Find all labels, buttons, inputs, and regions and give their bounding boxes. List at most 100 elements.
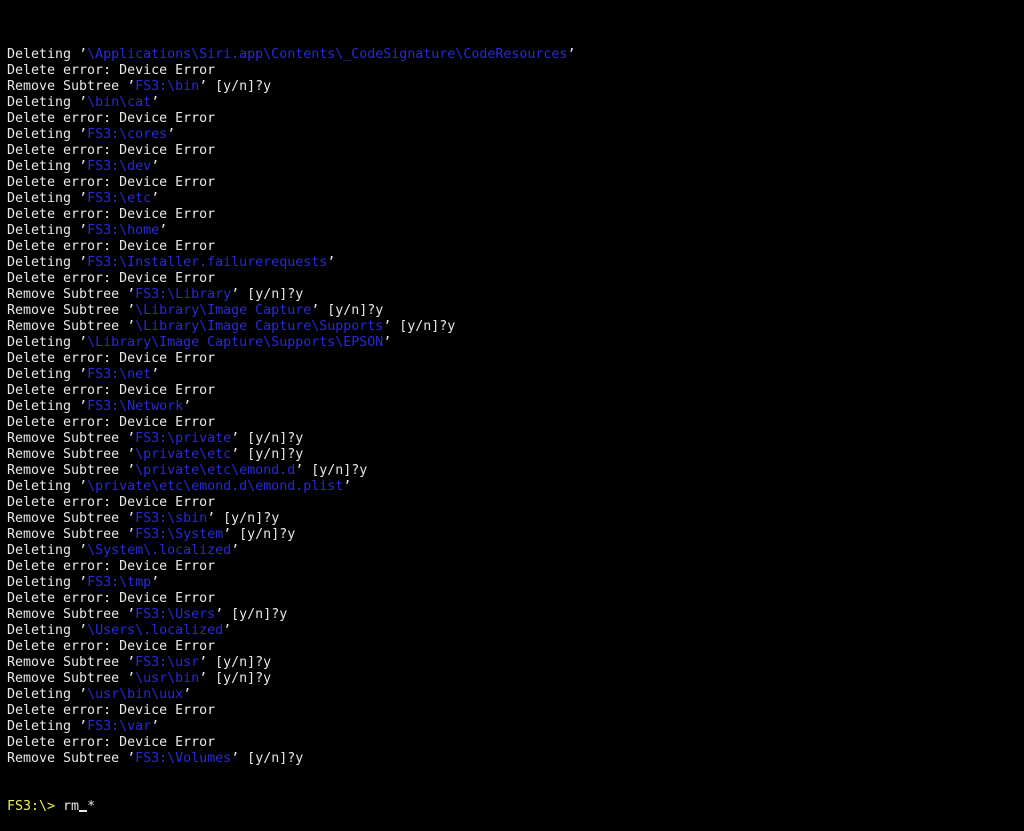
line-message: Deleting ’ xyxy=(7,159,88,174)
terminal-line: Delete error: Device Error xyxy=(7,735,1024,751)
text-cursor xyxy=(79,810,88,812)
line-path: FS3:\net xyxy=(87,367,152,382)
line-suffix: ’ xyxy=(159,223,168,238)
line-message: Remove Subtree ’ xyxy=(7,319,136,334)
line-suffix: ’ xyxy=(343,479,352,494)
line-suffix: ’ [y/n]?y xyxy=(199,79,272,94)
line-path: FS3:\etc xyxy=(87,191,152,206)
line-path: FS3:\var xyxy=(87,719,152,734)
line-suffix: ’ [y/n]?y xyxy=(231,751,304,766)
line-suffix: ’ [y/n]?y xyxy=(199,655,272,670)
line-suffix: ’ xyxy=(183,399,192,414)
line-suffix: ’ [y/n]?y xyxy=(231,431,304,446)
line-path: FS3:\bin xyxy=(135,79,200,94)
terminal-line: Deleting ’FS3:\home’ xyxy=(7,223,1024,239)
terminal-line: Remove Subtree ’FS3:\bin’ [y/n]?y xyxy=(7,79,1024,95)
line-message: Delete error: Device Error xyxy=(7,143,216,158)
line-suffix: ’ [y/n]?y xyxy=(295,463,368,478)
terminal-line: Deleting ’\usr\bin\uux’ xyxy=(7,687,1024,703)
line-suffix: ’ xyxy=(567,47,576,62)
terminal-line: Remove Subtree ’FS3:\private’ [y/n]?y xyxy=(7,431,1024,447)
line-suffix: ’ xyxy=(383,335,392,350)
terminal-line: Delete error: Device Error xyxy=(7,207,1024,223)
line-path: \private\etc\emond.d\emond.plist xyxy=(87,479,344,494)
terminal-line: Delete error: Device Error xyxy=(7,351,1024,367)
terminal-line: Remove Subtree ’FS3:\Users’ [y/n]?y xyxy=(7,607,1024,623)
terminal-line: Deleting ’\Users\.localized’ xyxy=(7,623,1024,639)
line-message: Deleting ’ xyxy=(7,335,88,350)
line-path: \private\etc xyxy=(135,447,232,462)
line-path: FS3:\Library xyxy=(135,287,232,302)
terminal-line: Remove Subtree ’\private\etc\emond.d’ [y… xyxy=(7,463,1024,479)
terminal-output: Deleting ’\Applications\Siri.app\Content… xyxy=(7,47,1024,767)
line-message: Delete error: Device Error xyxy=(7,175,216,190)
terminal-line: Deleting ’FS3:\tmp’ xyxy=(7,575,1024,591)
line-path: FS3:\Installer.failurerequests xyxy=(87,255,328,270)
line-message: Deleting ’ xyxy=(7,95,88,110)
terminal-line: Delete error: Device Error xyxy=(7,415,1024,431)
line-message: Delete error: Device Error xyxy=(7,239,216,254)
terminal-line: Remove Subtree ’\usr\bin’ [y/n]?y xyxy=(7,671,1024,687)
terminal-line: Deleting ’FS3:\dev’ xyxy=(7,159,1024,175)
line-suffix: ’ xyxy=(151,367,160,382)
terminal-line: Delete error: Device Error xyxy=(7,143,1024,159)
line-message: Deleting ’ xyxy=(7,719,88,734)
line-message: Delete error: Device Error xyxy=(7,207,216,222)
line-message: Remove Subtree ’ xyxy=(7,527,136,542)
line-message: Delete error: Device Error xyxy=(7,111,216,126)
line-suffix: ’ xyxy=(151,575,160,590)
line-suffix: ’ xyxy=(223,623,232,638)
terminal-line: Deleting ’FS3:\net’ xyxy=(7,367,1024,383)
line-suffix: ’ xyxy=(151,719,160,734)
terminal-line: Remove Subtree ’FS3:\System’ [y/n]?y xyxy=(7,527,1024,543)
line-path: \usr\bin\uux xyxy=(87,687,184,702)
line-path: FS3:\Users xyxy=(135,607,216,622)
line-suffix: ’ xyxy=(183,687,192,702)
line-message: Deleting ’ xyxy=(7,399,88,414)
line-suffix: ’ xyxy=(151,191,160,206)
terminal-line: Delete error: Device Error xyxy=(7,111,1024,127)
terminal-line: Remove Subtree ’\Library\Image Capture’ … xyxy=(7,303,1024,319)
line-message: Remove Subtree ’ xyxy=(7,287,136,302)
line-suffix: ’ [y/n]?y xyxy=(383,319,456,334)
command-text-start: rm xyxy=(63,799,80,814)
line-suffix: ’ [y/n]?y xyxy=(207,511,280,526)
line-message: Delete error: Device Error xyxy=(7,735,216,750)
line-message: Delete error: Device Error xyxy=(7,63,216,78)
line-message: Deleting ’ xyxy=(7,367,88,382)
line-message: Delete error: Device Error xyxy=(7,415,216,430)
line-path: FS3:\System xyxy=(135,527,224,542)
line-suffix: ’ xyxy=(151,95,160,110)
line-message: Remove Subtree ’ xyxy=(7,447,136,462)
line-message: Deleting ’ xyxy=(7,687,88,702)
line-suffix: ’ [y/n]?y xyxy=(223,527,296,542)
line-suffix: ’ [y/n]?y xyxy=(311,303,384,318)
line-message: Deleting ’ xyxy=(7,575,88,590)
command-prompt-line[interactable]: FS3:\> rm * xyxy=(7,799,1024,815)
terminal-screen[interactable]: Deleting ’\Applications\Siri.app\Content… xyxy=(0,0,1024,814)
terminal-line: Delete error: Device Error xyxy=(7,239,1024,255)
line-suffix: ’ xyxy=(151,159,160,174)
line-message: Deleting ’ xyxy=(7,127,88,142)
line-message: Remove Subtree ’ xyxy=(7,303,136,318)
line-path: \System\.localized xyxy=(87,543,232,558)
line-suffix: ’ [y/n]?y xyxy=(199,671,272,686)
line-suffix: ’ xyxy=(231,543,240,558)
terminal-line: Deleting ’\System\.localized’ xyxy=(7,543,1024,559)
line-message: Deleting ’ xyxy=(7,47,88,62)
terminal-line: Delete error: Device Error xyxy=(7,495,1024,511)
line-path: FS3:\dev xyxy=(87,159,152,174)
line-suffix: ’ [y/n]?y xyxy=(231,447,304,462)
prompt-label: FS3:\> xyxy=(7,799,64,814)
line-message: Delete error: Device Error xyxy=(7,703,216,718)
line-path: \private\etc\emond.d xyxy=(135,463,296,478)
terminal-line: Deleting ’FS3:\cores’ xyxy=(7,127,1024,143)
line-message: Remove Subtree ’ xyxy=(7,607,136,622)
line-message: Remove Subtree ’ xyxy=(7,655,136,670)
line-message: Delete error: Device Error xyxy=(7,495,216,510)
terminal-line: Deleting ’FS3:\Installer.failurerequests… xyxy=(7,255,1024,271)
line-path: \Applications\Siri.app\Contents\_CodeSig… xyxy=(87,47,568,62)
terminal-line: Delete error: Device Error xyxy=(7,703,1024,719)
line-suffix: ’ [y/n]?y xyxy=(231,287,304,302)
command-input[interactable]: rm * xyxy=(63,799,95,814)
